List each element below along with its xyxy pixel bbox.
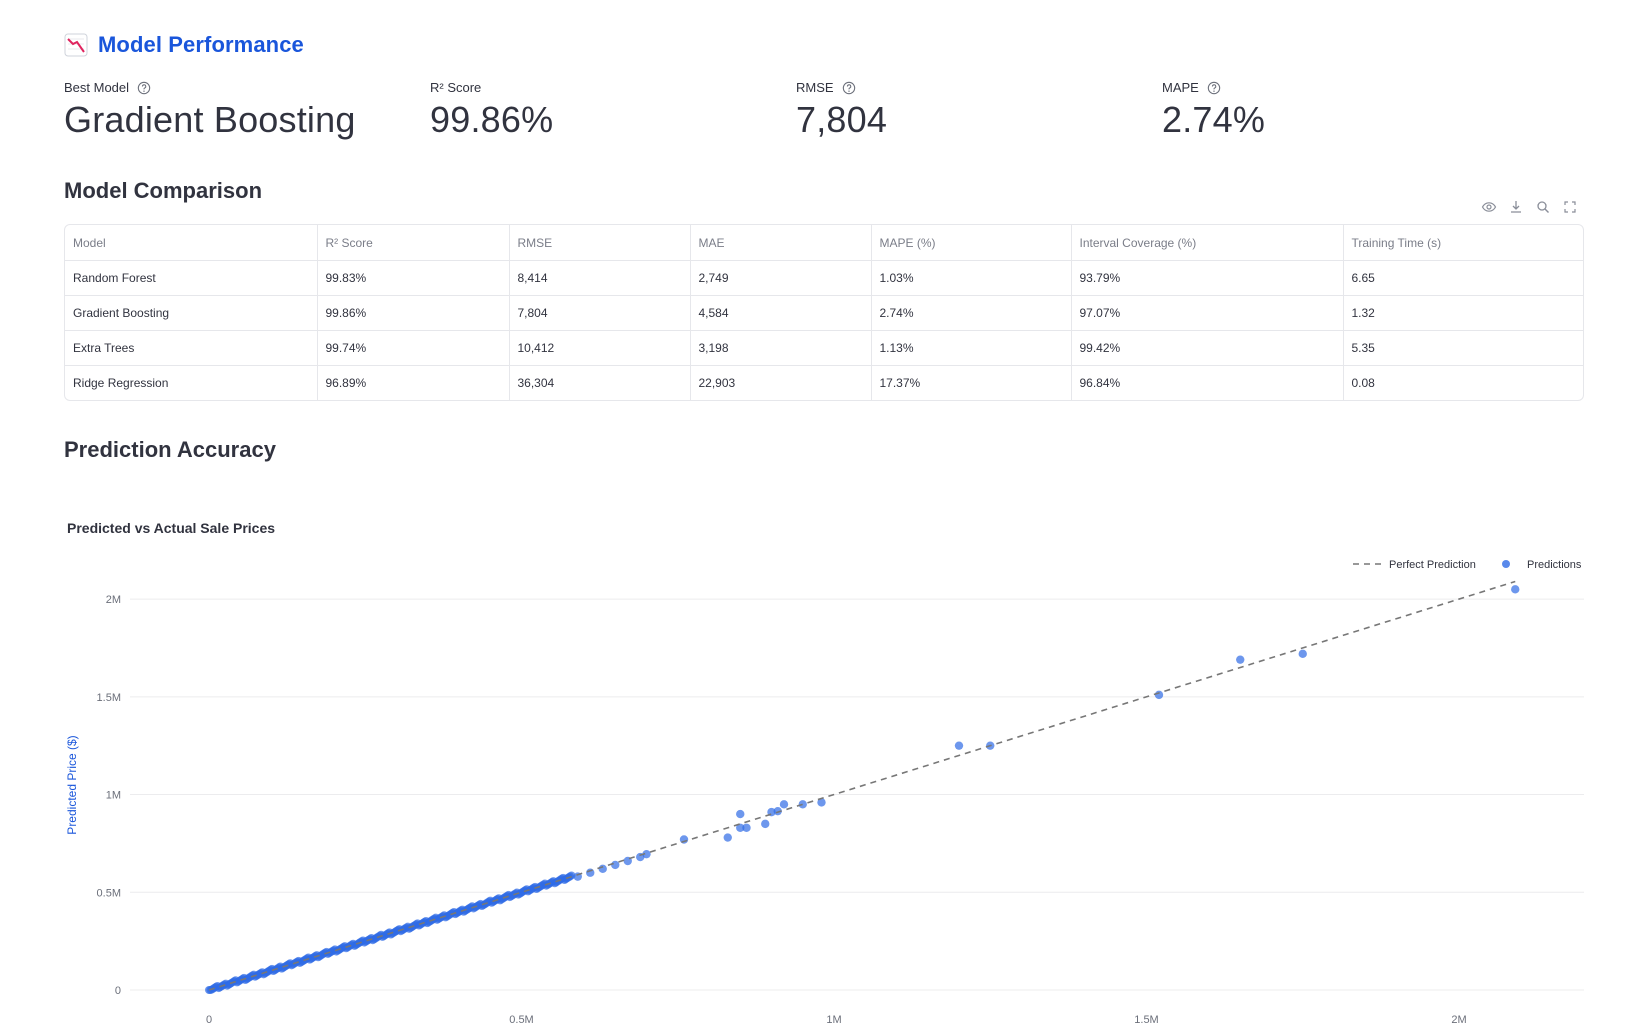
data-point	[1236, 655, 1245, 664]
chart-decreasing-icon	[64, 33, 88, 57]
data-point	[798, 800, 807, 809]
column-header[interactable]: MAPE (%)	[871, 225, 1072, 261]
metric-mape: MAPE 2.74%	[1162, 80, 1265, 141]
table-cell[interactable]: 1.32	[1343, 295, 1583, 331]
column-header[interactable]: MAE	[690, 225, 872, 261]
metric-rmse: RMSE 7,804	[796, 80, 887, 141]
table-cell[interactable]: 0.08	[1343, 366, 1583, 401]
table-toolbar	[1475, 194, 1583, 220]
table-cell[interactable]: 8,414	[509, 260, 691, 296]
help-icon[interactable]	[842, 81, 856, 95]
metric-best-model: Best Model Gradient Boosting	[64, 80, 356, 141]
column-header[interactable]: RMSE	[509, 225, 691, 261]
table-cell[interactable]: 1.03%	[871, 260, 1072, 296]
section-title-model-comparison: Model Comparison	[64, 178, 263, 203]
table-cell[interactable]: 10,412	[509, 330, 691, 366]
table-cell[interactable]: 4,584	[690, 295, 872, 331]
metric-value: 2.74%	[1162, 99, 1266, 140]
metric-value: 7,804	[796, 99, 888, 140]
search-icon[interactable]	[1535, 199, 1551, 215]
y-tick-label: 0	[115, 985, 121, 997]
section-title-prediction-accuracy: Prediction Accuracy	[64, 437, 276, 462]
legend-point-swatch	[1502, 560, 1510, 568]
metric-label: R² Score	[430, 80, 482, 95]
x-tick-label: 1.5M	[1134, 1014, 1158, 1026]
column-header[interactable]: Interval Coverage (%)	[1071, 225, 1344, 261]
data-point	[742, 823, 751, 832]
metric-r2-score: R² Score 99.86%	[430, 80, 553, 141]
table-row: Ridge Regression 96.89% 36,304 22,903 17…	[65, 365, 1583, 401]
data-point	[1511, 585, 1520, 594]
page-header: Model Performance	[64, 32, 304, 58]
metric-label: RMSE	[796, 80, 834, 95]
x-tick-label: 2M	[1451, 1014, 1466, 1026]
metric-value: 99.86%	[430, 99, 554, 140]
table-cell[interactable]: 3,198	[690, 330, 872, 366]
y-tick-label: 0.5M	[97, 887, 121, 899]
column-header[interactable]: Model	[65, 225, 318, 261]
table-cell[interactable]: 99.86%	[317, 295, 510, 331]
table-cell[interactable]: 99.42%	[1071, 330, 1344, 366]
data-point	[679, 835, 689, 844]
data-point	[611, 860, 620, 870]
download-icon[interactable]	[1508, 199, 1524, 215]
table-cell[interactable]: 17.37%	[871, 365, 1072, 400]
table-cell[interactable]: 6.65	[1343, 260, 1583, 296]
y-tick-label: 2M	[106, 594, 121, 606]
eye-icon[interactable]	[1481, 199, 1497, 215]
metric-label: Best Model	[64, 80, 130, 95]
scatter-chart[interactable]: 0 0.5M 1M 1.5M 2M 0 0.5M 1M 1.5M 2M Predicted Pric…	[0, 540, 1635, 1035]
page-title: Model Performance	[98, 32, 304, 57]
x-tick-label: 0.5M	[509, 1014, 533, 1026]
help-icon[interactable]	[1207, 81, 1221, 95]
table-cell[interactable]: 7,804	[509, 295, 691, 331]
column-header[interactable]: Training Time (s)	[1343, 225, 1583, 261]
data-point	[586, 868, 595, 877]
data-point	[761, 819, 770, 829]
data-point	[723, 833, 732, 842]
table-cell[interactable]: 99.74%	[317, 330, 510, 366]
table-cell[interactable]: 97.07%	[1071, 295, 1344, 331]
column-header[interactable]: R² Score	[317, 225, 510, 261]
table-cell[interactable]: 93.79%	[1071, 260, 1344, 296]
table-cell[interactable]: Random Forest	[65, 260, 318, 296]
model-comparison-table: Model R² Score RMSE MAE MAPE (%) Interva…	[64, 224, 1584, 401]
data-point	[779, 800, 789, 809]
y-tick-label: 1.5M	[97, 692, 121, 704]
table-cell[interactable]: 2.74%	[871, 295, 1072, 331]
fullscreen-icon[interactable]	[1562, 199, 1578, 215]
legend-label: Perfect Prediction	[1389, 559, 1476, 571]
data-point	[736, 809, 745, 819]
table-cell[interactable]: 1.13%	[871, 330, 1072, 366]
y-tick-label: 1M	[106, 790, 121, 802]
metrics-row: Best Model Gradient Boosting R² Score 99…	[64, 80, 1584, 150]
metric-value: Gradient Boosting	[64, 99, 356, 140]
table-cell[interactable]: 99.83%	[317, 260, 510, 296]
metric-label: MAPE	[1162, 80, 1199, 95]
x-tick-label: 1M	[826, 1014, 841, 1026]
table-cell[interactable]: 96.89%	[317, 365, 510, 400]
table-row: Random Forest 99.83% 8,414 2,749 1.03% 9…	[65, 260, 1583, 296]
table-header-row: Model R² Score RMSE MAE MAPE (%) Interva…	[65, 225, 1583, 261]
legend-label: Predictions	[1527, 559, 1582, 571]
table-cell[interactable]: Extra Trees	[65, 330, 318, 366]
table-cell[interactable]: Gradient Boosting	[65, 295, 318, 331]
data-point	[954, 741, 964, 750]
data-point	[1154, 690, 1164, 700]
y-axis-label: Predicted Price ($)	[65, 735, 79, 834]
chart-title: Predicted vs Actual Sale Prices	[67, 520, 276, 536]
table-cell[interactable]: 96.84%	[1071, 365, 1344, 400]
table-row: Gradient Boosting 99.86% 7,804 4,584 2.7…	[65, 295, 1583, 331]
x-tick-label: 0	[206, 1014, 212, 1026]
data-point	[1298, 649, 1307, 659]
table-cell[interactable]: 5.35	[1343, 330, 1583, 366]
table-cell[interactable]: 22,903	[690, 365, 872, 400]
table-row: Extra Trees 99.74% 10,412 3,198 1.13% 99…	[65, 330, 1583, 366]
data-point	[598, 864, 607, 874]
table-cell[interactable]: 36,304	[509, 365, 691, 400]
table-cell[interactable]: Ridge Regression	[65, 365, 318, 400]
table-cell[interactable]: 2,749	[690, 260, 872, 296]
help-icon[interactable]	[137, 81, 151, 95]
